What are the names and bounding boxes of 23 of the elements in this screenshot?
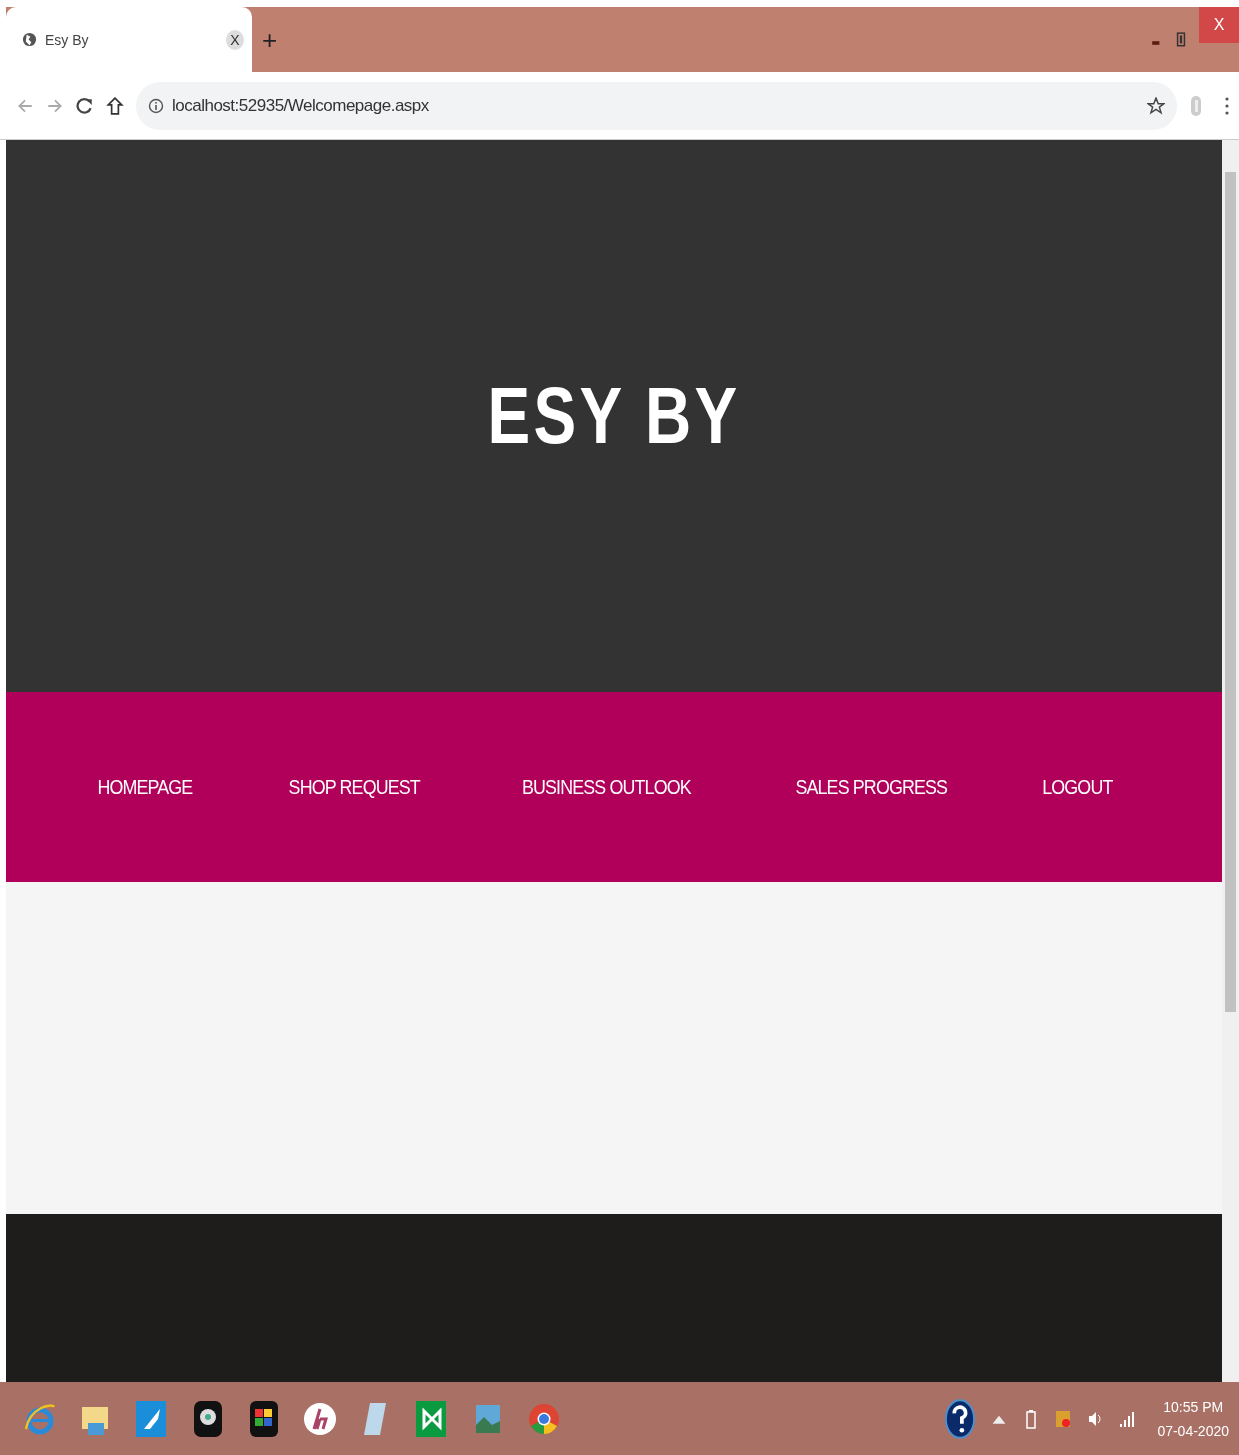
nav-link[interactable]: SALES PROGRESS bbox=[795, 775, 948, 799]
clock-time: 10:55 PM bbox=[1163, 1398, 1224, 1415]
restore-icon[interactable] bbox=[1175, 31, 1187, 48]
help-icon[interactable] bbox=[945, 1396, 976, 1441]
home-icon[interactable] bbox=[106, 96, 124, 115]
tab-close-button[interactable]: X bbox=[226, 29, 244, 50]
nav-link[interactable]: BUSINESS OUTLOOK bbox=[522, 775, 691, 799]
bookmark-star-icon[interactable] bbox=[1147, 96, 1165, 115]
browser-tab[interactable]: Esy By X bbox=[6, 7, 252, 72]
reload-icon[interactable] bbox=[76, 96, 94, 115]
nav-link[interactable]: HOMEPAGE bbox=[97, 775, 193, 799]
close-button[interactable]: X bbox=[1199, 7, 1239, 43]
nav-link[interactable]: LOGOUT bbox=[1042, 775, 1113, 799]
nav-link[interactable]: SHOP REQUEST bbox=[288, 775, 420, 799]
info-icon bbox=[148, 97, 164, 114]
new-tab-button[interactable]: + bbox=[262, 26, 278, 53]
scrollbar[interactable] bbox=[1222, 140, 1239, 1382]
menu-icon[interactable] bbox=[1225, 95, 1229, 116]
tab-title: Esy By bbox=[45, 31, 90, 48]
clock-date: 07-04-2020 bbox=[1157, 1422, 1229, 1439]
address-field[interactable]: localhost:52935/Welcomepage.aspx bbox=[136, 81, 1177, 130]
globe-icon bbox=[22, 32, 37, 47]
site-title: ESY BY bbox=[487, 370, 741, 462]
